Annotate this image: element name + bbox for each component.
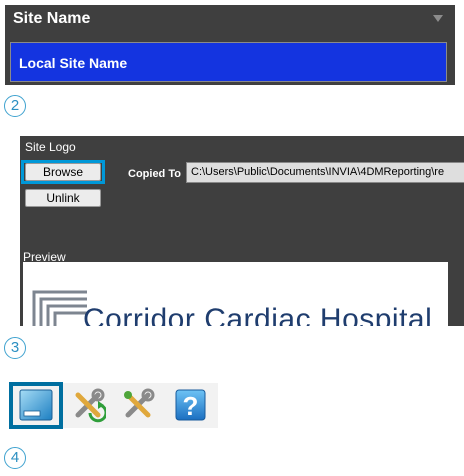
tools-green-icon [75, 388, 108, 423]
help-icon: ? [175, 389, 206, 421]
site-name-header-label: Site Name [13, 10, 91, 27]
logo-preview-text: Corridor Cardiac Hospital [83, 303, 433, 326]
tools-button[interactable] [120, 387, 156, 423]
site-name-field[interactable]: Local Site Name [10, 42, 447, 82]
site-name-value: Local Site Name [19, 55, 128, 71]
site-logo-panel: Site Logo Browse Unlink Copied To C:\Use… [20, 136, 464, 326]
site-name-panel: Site Name Local Site Name [5, 5, 455, 85]
step-marker-2: 2 [4, 95, 26, 117]
site-settings-button[interactable] [18, 387, 54, 423]
browse-button[interactable]: Browse [25, 163, 101, 181]
step-marker-3: 3 [4, 337, 26, 359]
step-marker-4: 4 [4, 447, 26, 469]
logo-preview: Corridor Cardiac Hospital [23, 262, 448, 326]
hospital-logo-mark [32, 290, 87, 326]
settings-toolbar: ? [9, 382, 218, 429]
site-settings-icon [19, 389, 53, 421]
site-name-dropdown-header[interactable]: Site Name [5, 5, 455, 33]
tools-green-button[interactable] [70, 387, 108, 423]
help-button[interactable]: ? [172, 387, 208, 423]
unlink-button[interactable]: Unlink [25, 189, 101, 207]
tools-icon [124, 388, 155, 418]
site-logo-title: Site Logo [25, 140, 76, 154]
svg-text:?: ? [183, 391, 199, 421]
chevron-down-icon[interactable] [433, 15, 443, 22]
copied-to-label: Copied To [128, 168, 181, 180]
copied-to-path-field[interactable]: C:\Users\Public\Documents\INVIA\4DMRepor… [186, 162, 464, 183]
